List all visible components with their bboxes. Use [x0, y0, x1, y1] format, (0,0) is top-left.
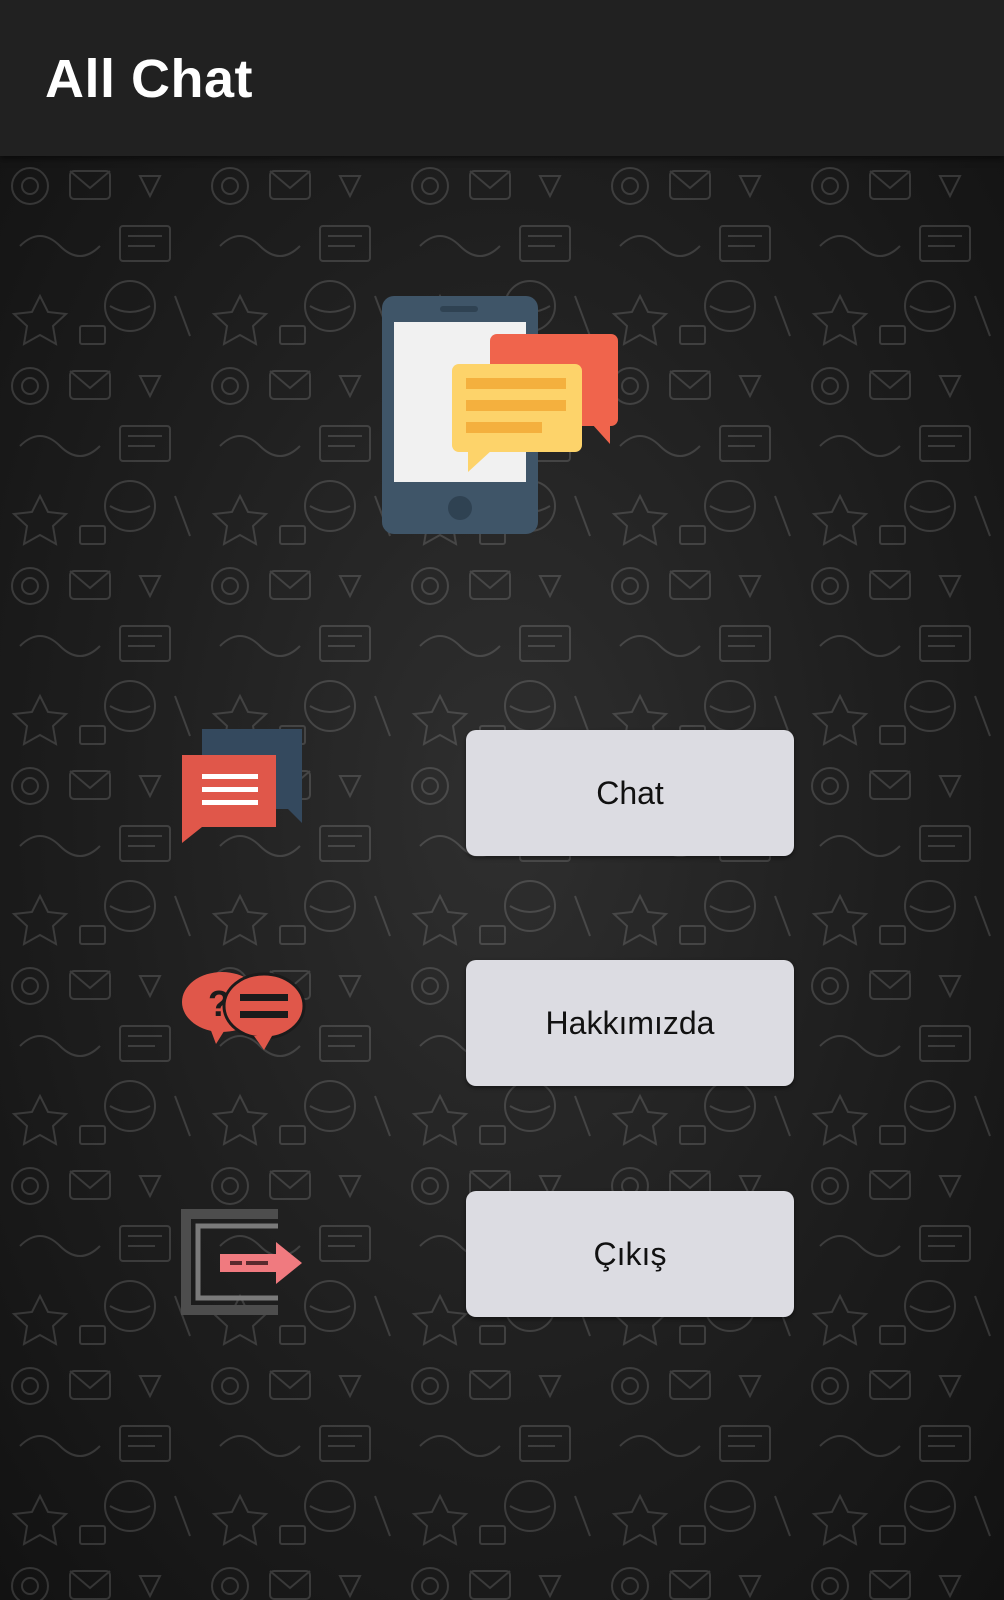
exit-icon: [181, 1209, 302, 1315]
main-content: Chat ? Hakkımızda Çıkış: [0, 156, 1004, 1600]
phone-chat-icon: [382, 296, 618, 534]
app-title: All Chat: [45, 49, 254, 109]
exit-button[interactable]: Çıkış: [466, 1191, 794, 1317]
app-bar: All Chat: [0, 0, 1004, 156]
chat-button[interactable]: Chat: [466, 730, 794, 856]
question-chat-icon: ?: [182, 972, 306, 1050]
chat-bubbles-icon: [182, 729, 302, 843]
about-button[interactable]: Hakkımızda: [466, 960, 794, 1086]
